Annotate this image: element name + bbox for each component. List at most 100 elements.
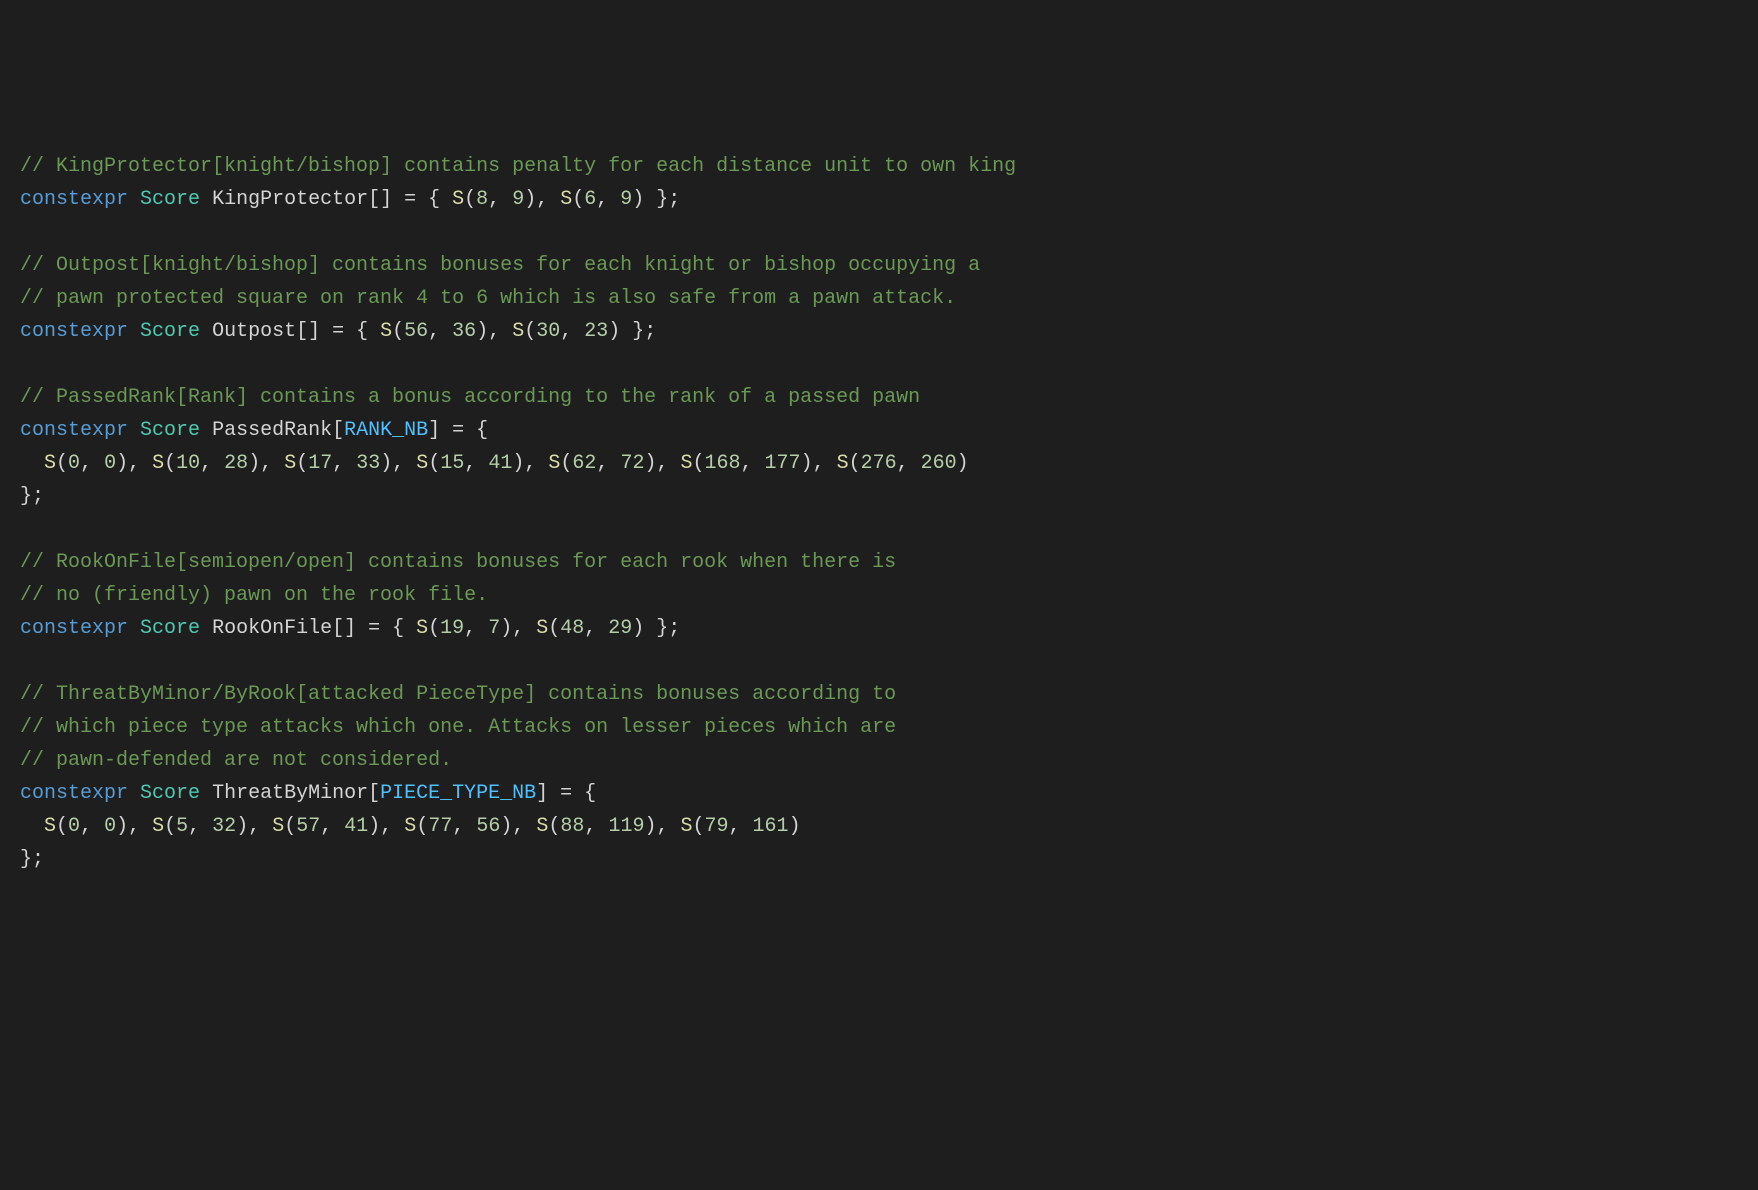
call-S: S <box>44 815 56 838</box>
number: 57 <box>296 815 320 838</box>
code-line: constexpr Score KingProtector[] = { S(8,… <box>20 183 1738 216</box>
call-S: S <box>536 617 548 640</box>
number: 260 <box>921 452 957 475</box>
type-score: Score <box>140 782 200 805</box>
call-S: S <box>416 617 428 640</box>
number: 6 <box>584 188 596 211</box>
type-score: Score <box>140 188 200 211</box>
number: 5 <box>176 815 188 838</box>
comment: // pawn protected square on rank 4 to 6 … <box>20 287 956 310</box>
keyword-constexpr: constexpr <box>20 617 128 640</box>
blank-line <box>20 645 1738 678</box>
number: 56 <box>476 815 500 838</box>
number: 10 <box>176 452 200 475</box>
number: 33 <box>356 452 380 475</box>
identifier: ThreatByMinor <box>212 782 368 805</box>
code-line: constexpr Score RookOnFile[] = { S(19, 7… <box>20 612 1738 645</box>
number: 41 <box>488 452 512 475</box>
identifier: PassedRank <box>212 419 332 442</box>
call-S: S <box>380 320 392 343</box>
call-S: S <box>536 815 548 838</box>
blank-line <box>20 513 1738 546</box>
call-S: S <box>548 452 560 475</box>
number: 23 <box>584 320 608 343</box>
code-editor[interactable]: // KingProtector[knight/bishop] contains… <box>20 150 1738 876</box>
blank-line <box>20 348 1738 381</box>
number: 161 <box>753 815 789 838</box>
code-line: // pawn-defended are not considered. <box>20 744 1738 777</box>
call-S: S <box>152 452 164 475</box>
number: 0 <box>104 452 116 475</box>
keyword-constexpr: constexpr <box>20 320 128 343</box>
comment: // which piece type attacks which one. A… <box>20 716 896 739</box>
type-score: Score <box>140 617 200 640</box>
code-line: // no (friendly) pawn on the rook file. <box>20 579 1738 612</box>
number: 48 <box>560 617 584 640</box>
call-S: S <box>512 320 524 343</box>
keyword-constexpr: constexpr <box>20 419 128 442</box>
number: 30 <box>536 320 560 343</box>
number: 56 <box>404 320 428 343</box>
number: 28 <box>224 452 248 475</box>
type-score: Score <box>140 419 200 442</box>
keyword-constexpr: constexpr <box>20 188 128 211</box>
number: 79 <box>705 815 729 838</box>
call-S: S <box>837 452 849 475</box>
number: 9 <box>512 188 524 211</box>
constant: RANK_NB <box>344 419 428 442</box>
number: 17 <box>308 452 332 475</box>
comment: // Outpost[knight/bishop] contains bonus… <box>20 254 980 277</box>
type-score: Score <box>140 320 200 343</box>
number: 8 <box>476 188 488 211</box>
call-S: S <box>44 452 56 475</box>
call-S: S <box>272 815 284 838</box>
code-line: constexpr Score PassedRank[RANK_NB] = { <box>20 414 1738 447</box>
comment: // RookOnFile[semiopen/open] contains bo… <box>20 551 896 574</box>
code-line: S(0, 0), S(5, 32), S(57, 41), S(77, 56),… <box>20 810 1738 843</box>
comment: // PassedRank[Rank] contains a bonus acc… <box>20 386 920 409</box>
number: 15 <box>440 452 464 475</box>
code-line: }; <box>20 480 1738 513</box>
number: 29 <box>608 617 632 640</box>
blank-line <box>20 216 1738 249</box>
number: 0 <box>68 815 80 838</box>
keyword-constexpr: constexpr <box>20 782 128 805</box>
number: 36 <box>452 320 476 343</box>
number: 19 <box>440 617 464 640</box>
number: 9 <box>620 188 632 211</box>
comment: // no (friendly) pawn on the rook file. <box>20 584 488 607</box>
number: 168 <box>705 452 741 475</box>
constant: PIECE_TYPE_NB <box>380 782 536 805</box>
number: 276 <box>861 452 897 475</box>
number: 0 <box>68 452 80 475</box>
number: 7 <box>488 617 500 640</box>
comment: // ThreatByMinor/ByRook[attacked PieceTy… <box>20 683 896 706</box>
code-line: // which piece type attacks which one. A… <box>20 711 1738 744</box>
call-S: S <box>680 452 692 475</box>
code-line: }; <box>20 843 1738 876</box>
number: 41 <box>344 815 368 838</box>
number: 177 <box>765 452 801 475</box>
code-line: constexpr Score ThreatByMinor[PIECE_TYPE… <box>20 777 1738 810</box>
call-S: S <box>680 815 692 838</box>
code-line: // KingProtector[knight/bishop] contains… <box>20 150 1738 183</box>
comment: // pawn-defended are not considered. <box>20 749 452 772</box>
code-line: S(0, 0), S(10, 28), S(17, 33), S(15, 41)… <box>20 447 1738 480</box>
number: 72 <box>620 452 644 475</box>
number: 77 <box>428 815 452 838</box>
code-line: // PassedRank[Rank] contains a bonus acc… <box>20 381 1738 414</box>
number: 0 <box>104 815 116 838</box>
code-line: constexpr Score Outpost[] = { S(56, 36),… <box>20 315 1738 348</box>
call-S: S <box>404 815 416 838</box>
identifier: Outpost <box>212 320 296 343</box>
number: 88 <box>560 815 584 838</box>
call-S: S <box>560 188 572 211</box>
code-line: // Outpost[knight/bishop] contains bonus… <box>20 249 1738 282</box>
code-line: // RookOnFile[semiopen/open] contains bo… <box>20 546 1738 579</box>
code-line: // pawn protected square on rank 4 to 6 … <box>20 282 1738 315</box>
identifier: RookOnFile <box>212 617 332 640</box>
identifier: KingProtector <box>212 188 368 211</box>
number: 32 <box>212 815 236 838</box>
comment: // KingProtector[knight/bishop] contains… <box>20 155 1016 178</box>
number: 119 <box>608 815 644 838</box>
